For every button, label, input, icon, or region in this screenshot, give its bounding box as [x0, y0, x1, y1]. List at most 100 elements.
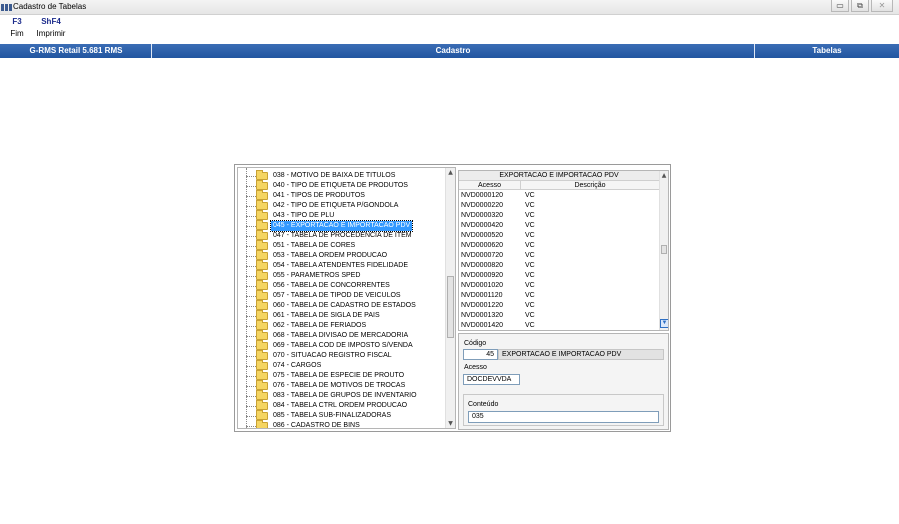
tree-item-label: 057 - TABELA DE TIPOD DE VEICULOS [273, 292, 401, 299]
table-row[interactable]: NVD0000820 VC [459, 261, 659, 271]
tree-connector [246, 336, 256, 337]
tree-item-label: 047 - TABELA DE PROCEDENCIA DE ITEM [273, 232, 412, 239]
tree-item[interactable]: 068 - TABELA DIVISAO DE MERCADORIA [238, 330, 443, 341]
tree-item-label: 040 - TIPO DE ETIQUETA DE PRODUTOS [273, 182, 408, 189]
cell-acesso: NVD0000920 [461, 272, 504, 279]
tree-item[interactable]: 069 - TABELA COD DE IMPOSTO S/VENDA [238, 340, 443, 351]
tree-item[interactable]: 062 - TABELA DE FERIADOS [238, 320, 443, 331]
fkey-imprimir-button[interactable]: ShF4 Imprimir [31, 17, 71, 39]
tree-item-label: 056 - TABELA DE CONCORRENTES [273, 282, 390, 289]
maximize-icon[interactable]: ⧉ [851, 0, 869, 12]
folder-icon [256, 400, 268, 410]
codigo-description: EXPORTACAO E IMPORTACAO PDV [498, 349, 664, 360]
tree-connector [246, 296, 256, 297]
tree-item[interactable]: 047 - TABELA DE PROCEDENCIA DE ITEM [238, 230, 443, 241]
grid-scroll-thumb[interactable] [661, 244, 667, 254]
table-row[interactable]: NVD0001420 VC [459, 321, 659, 330]
tree-item[interactable]: 055 - PARAMETROS SPED [238, 270, 443, 281]
cell-acesso: NVD0001220 [461, 302, 504, 309]
tree-item[interactable]: 083 - TABELA DE GRUPOS DE INVENTARIO [238, 390, 443, 401]
module-header: G-RMS Retail 5.681 RMS Cadastro Tabelas [0, 44, 899, 58]
scroll-down-icon[interactable]: ▼ [446, 419, 455, 428]
tree-item[interactable]: 042 - TIPO DE ETIQUETA P/GONDOLA [238, 200, 443, 211]
close-icon[interactable]: ✕ [871, 0, 893, 12]
table-row[interactable]: NVD0001120 VC [459, 291, 659, 301]
tree-item[interactable]: 074 - CARGOS [238, 360, 443, 371]
tree-item[interactable]: 057 - TABELA DE TIPOD DE VEICULOS [238, 290, 443, 301]
table-row[interactable]: NVD0001220 VC [459, 301, 659, 311]
table-row[interactable]: NVD0001020 VC [459, 281, 659, 291]
folder-icon [256, 260, 268, 270]
column-header-acesso[interactable]: Acesso [459, 181, 521, 190]
tree-item[interactable]: 075 - TABELA DE ESPECIE DE PROUTO [238, 370, 443, 381]
tree-item[interactable]: 054 - TABELA ATENDENTES FIDELIDADE [238, 260, 443, 271]
grid-title: EXPORTACAO E IMPORTACAO PDV [459, 171, 659, 181]
cell-acesso: NVD0000720 [461, 252, 504, 259]
fkey-label: Imprimir [36, 29, 66, 38]
fkey-code: ShF4 [41, 17, 61, 26]
tree-item-label: 055 - PARAMETROS SPED [273, 272, 361, 279]
window-titlebar: Cadastro de Tabelas ▭ ⧉ ✕ [0, 0, 899, 15]
folder-icon [256, 350, 268, 360]
grid-scrollbar[interactable]: ▲ ▼ [659, 171, 668, 330]
tree-item-label: 075 - TABELA DE ESPECIE DE PROUTO [273, 372, 405, 379]
cell-descricao: VC [525, 192, 535, 199]
acesso-field[interactable]: DOCDEVVDA [463, 374, 520, 385]
scroll-down-icon[interactable]: ▼ [660, 319, 668, 328]
column-header-descricao[interactable]: Descrição [521, 181, 659, 190]
tree-item[interactable]: 085 - TABELA SUB-FINALIZADORAS [238, 410, 443, 421]
tree-item-label: 061 - TABELA DE SIGLA DE PAIS [273, 312, 380, 319]
conteudo-field[interactable]: 035 [468, 412, 659, 423]
detail-form: Código 45 EXPORTACAO E IMPORTACAO PDV Ac… [458, 333, 669, 430]
header-app-name: G-RMS Retail 5.681 RMS [29, 46, 123, 55]
scroll-up-icon[interactable]: ▲ [446, 168, 455, 177]
cell-descricao: VC [525, 282, 535, 289]
table-row[interactable]: NVD0000420 VC [459, 221, 659, 231]
tree-item[interactable]: 070 - SITUACAO REGISTRO FISCAL [238, 350, 443, 361]
tree-connector [246, 206, 256, 207]
tree-item[interactable]: 084 - TABELA CTRL ORDEM PRODUCAO [238, 400, 443, 411]
tree-item[interactable]: 043 - TIPO DE PLU [238, 210, 443, 221]
tree-item-label: 083 - TABELA DE GRUPOS DE INVENTARIO [273, 392, 417, 399]
tree-connector [246, 256, 256, 257]
tree-item-label: 054 - TABELA ATENDENTES FIDELIDADE [273, 262, 408, 269]
tree-scroll-thumb[interactable] [447, 276, 454, 338]
tree-connector [246, 316, 256, 317]
tree-item[interactable]: 086 - CADASTRO DE BINS [238, 420, 443, 428]
table-row[interactable]: NVD0000620 VC [459, 241, 659, 251]
minimize-icon[interactable]: ▭ [831, 0, 849, 12]
tree-connector [246, 366, 256, 367]
cell-acesso: NVD0000420 [461, 222, 504, 229]
table-row[interactable]: NVD0000220 VC [459, 201, 659, 211]
folder-icon [256, 420, 268, 428]
tree-item[interactable]: 040 - TIPO DE ETIQUETA DE PRODUTOS [238, 180, 443, 191]
window-title: Cadastro de Tabelas [13, 2, 87, 11]
tree-scrollbar[interactable]: ▲ ▼ [445, 168, 455, 428]
tree-item[interactable]: 056 - TABELA DE CONCORRENTES [238, 280, 443, 291]
table-row[interactable]: NVD0000520 VC [459, 231, 659, 241]
tree-item[interactable]: 038 - MOTIVO DE BAIXA DE TITULOS [238, 170, 443, 181]
folder-icon [256, 210, 268, 220]
conteudo-group: Conteúdo 035 [463, 394, 664, 426]
tree-item[interactable]: 053 - TABELA ORDEM PRODUCAO [238, 250, 443, 261]
cell-descricao: VC [525, 212, 535, 219]
table-row[interactable]: NVD0000920 VC [459, 271, 659, 281]
table-row[interactable]: NVD0000120 VC [459, 191, 659, 201]
codigo-field[interactable]: 45 [463, 349, 498, 360]
table-row[interactable]: NVD0001320 VC [459, 311, 659, 321]
tree-item[interactable]: 045 - EXPORTACAO E IMPORTACAO PDV [238, 220, 443, 232]
scroll-up-icon[interactable]: ▲ [660, 171, 668, 180]
table-row[interactable]: NVD0000720 VC [459, 251, 659, 261]
cell-descricao: VC [525, 252, 535, 259]
folder-icon [256, 180, 268, 190]
tree-item[interactable]: 061 - TABELA DE SIGLA DE PAIS [238, 310, 443, 321]
tree-item[interactable]: 076 - TABELA DE MOTIVOS DE TROCAS [238, 380, 443, 391]
tree-item[interactable]: 041 - TIPOS DE PRODUTOS [238, 190, 443, 201]
tree-item[interactable]: 051 - TABELA DE CORES [238, 240, 443, 251]
table-row[interactable]: NVD0000320 VC [459, 211, 659, 221]
access-grid[interactable]: EXPORTACAO E IMPORTACAO PDV Acesso Descr… [458, 170, 669, 331]
cell-descricao: VC [525, 322, 535, 329]
table-tree[interactable]: 038 - MOTIVO DE BAIXA DE TITULOS 040 - TI… [237, 167, 456, 429]
folder-icon [256, 250, 268, 260]
tree-item[interactable]: 060 - TABELA DE CADASTRO DE ESTADOS [238, 300, 443, 311]
